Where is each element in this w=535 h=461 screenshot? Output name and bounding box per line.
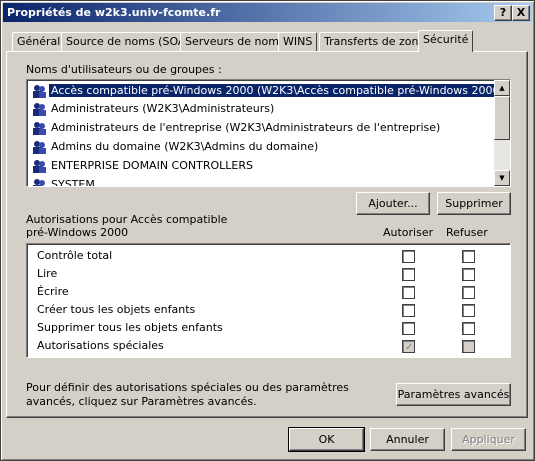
list-item[interactable]: Administrateurs de l'entreprise (W2K3\Ad… [31,119,493,137]
deny-checkbox[interactable] [462,268,475,281]
advanced-text-line1: Pour définir des autorisations spéciales… [26,381,349,394]
user-name: Administrateurs de l'entreprise (W2K3\Ad… [51,121,441,134]
allow-checkbox[interactable] [402,268,415,281]
allow-checkbox[interactable] [402,250,415,263]
deny-header: Refuser [446,226,488,239]
permission-row: Supprimer tous les objets enfants [37,319,497,337]
apply-button: Appliquer [451,428,526,451]
remove-button[interactable]: Supprimer [437,192,511,215]
permission-row: Autorisations spéciales ✓ [37,337,497,355]
permission-label: Supprimer tous les objets enfants [37,321,223,334]
tab-soa[interactable]: Source de noms (SOA) [61,32,195,52]
deny-checkbox [462,340,475,353]
title-bar[interactable]: Propriétés de w2k3.univ-fcomte.fr ? X [3,3,532,22]
advanced-text-line2: avancés, cliquez sur Paramètres avancés. [26,395,257,408]
user-name: SYSTEM [51,178,95,187]
permission-label: Autorisations spéciales [37,339,164,352]
scroll-up-icon[interactable]: ▲ [494,80,510,96]
group-icon [33,122,46,135]
permissions-title-line1: Autorisations pour Accès compatible [26,213,228,226]
ok-button[interactable]: OK [288,427,365,452]
list-item[interactable]: SYSTEM [31,176,493,187]
allow-checkbox[interactable] [402,322,415,335]
group-icon [33,85,46,98]
users-list[interactable]: Accès compatible pré-Windows 2000 (W2K3\… [26,79,511,187]
window-title: Propriétés de w2k3.univ-fcomte.fr [7,6,221,19]
allow-checkbox[interactable] [402,304,415,317]
permission-row: Lire [37,265,497,283]
tab-name-servers[interactable]: Serveurs de noms [180,32,290,52]
users-scrollbar[interactable]: ▲ ▼ [494,80,510,186]
deny-checkbox[interactable] [462,322,475,335]
deny-checkbox[interactable] [462,304,475,317]
permission-label: Contrôle total [37,249,113,262]
list-item[interactable]: Accès compatible pré-Windows 2000 (W2K3\… [31,82,507,100]
group-icon [33,160,46,173]
user-name: Administrateurs (W2K3\Administrateurs) [51,102,275,115]
tab-zone-transfers[interactable]: Transferts de zone [319,32,431,52]
group-icon [33,179,45,186]
list-item[interactable]: Administrateurs (W2K3\Administrateurs) [31,100,493,118]
permission-row: Écrire [37,283,497,301]
permissions-title-line2: pré-Windows 2000 [26,226,129,239]
permission-row: Créer tous les objets enfants [37,301,497,319]
allow-checkbox: ✓ [402,340,415,353]
help-button[interactable]: ? [494,5,512,21]
user-name: Accès compatible pré-Windows 2000 (W2K3\… [48,83,507,98]
close-button[interactable]: X [512,5,530,21]
permission-row: Contrôle total [37,247,497,265]
tab-general[interactable]: Général [12,32,66,52]
advanced-button[interactable]: Paramètres avancés [396,383,511,406]
permission-label: Lire [37,267,58,280]
scroll-down-icon[interactable]: ▼ [494,170,510,186]
cancel-button[interactable]: Annuler [370,428,445,451]
permissions-list: Contrôle total Lire Écrire Créer tous le… [26,243,511,358]
permission-label: Écrire [37,285,69,298]
tab-security[interactable]: Sécurité [418,30,474,52]
group-icon [33,103,46,116]
check-icon: ✓ [405,342,414,353]
scroll-thumb[interactable] [494,96,510,140]
tab-wins[interactable]: WINS [278,32,318,52]
add-button[interactable]: Ajouter... [356,192,430,215]
user-name: ENTERPRISE DOMAIN CONTROLLERS [51,159,253,172]
deny-checkbox[interactable] [462,286,475,299]
allow-header: Autoriser [383,226,434,239]
list-item[interactable]: Admins du domaine (W2K3\Admins du domain… [31,138,493,156]
allow-checkbox[interactable] [402,286,415,299]
permission-label: Créer tous les objets enfants [37,303,196,316]
users-label: Noms d'utilisateurs ou de groupes : [26,63,222,76]
group-icon [33,141,46,154]
user-name: Admins du domaine (W2K3\Admins du domain… [51,140,319,153]
deny-checkbox[interactable] [462,250,475,263]
list-item[interactable]: ENTERPRISE DOMAIN CONTROLLERS [31,157,493,175]
